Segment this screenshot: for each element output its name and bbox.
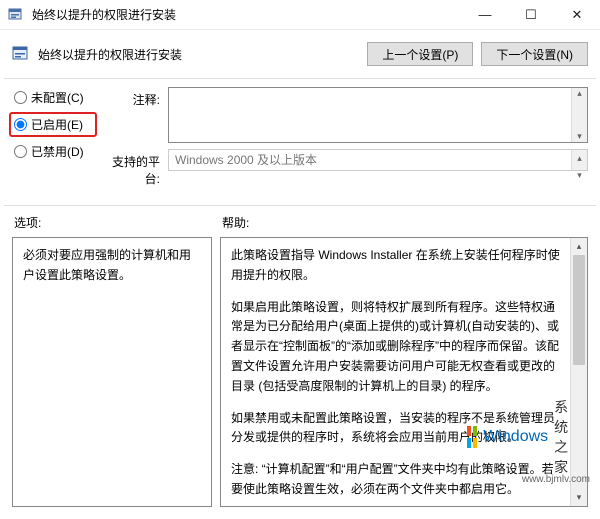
radio-enabled[interactable]: 已启用(E) [14, 116, 92, 133]
close-button[interactable]: ✕ [554, 0, 600, 29]
maximize-button[interactable]: ☐ [508, 0, 554, 29]
watermark-brand: Windows [483, 428, 548, 446]
next-setting-button[interactable]: 下一个设置(N) [481, 42, 588, 66]
comment-textarea[interactable]: ▴▾ [168, 87, 588, 143]
app-icon [8, 7, 24, 23]
radio-disabled-input[interactable] [14, 145, 27, 158]
scroll-up-icon[interactable]: ▴ [571, 238, 587, 255]
scrollbar-vertical[interactable]: ▴▾ [571, 88, 587, 142]
policy-icon [12, 45, 30, 63]
window-title: 始终以提升的权限进行安装 [32, 6, 462, 23]
comment-label: 注释: [104, 87, 160, 108]
options-label: 选项: [14, 214, 222, 231]
platform-value: Windows 2000 及以上版本 [175, 153, 317, 167]
platform-label: 支持的平台: [104, 149, 160, 187]
divider [4, 205, 596, 206]
radio-enabled-label: 已启用(E) [31, 116, 83, 133]
radio-enabled-input[interactable] [14, 118, 27, 131]
radio-not-configured-input[interactable] [14, 91, 27, 104]
scroll-down-icon[interactable]: ▾ [571, 489, 587, 506]
help-paragraph: 此策略设置指导 Windows Installer 在系统上安装任何程序时使用提… [231, 246, 565, 286]
scroll-thumb[interactable] [573, 255, 585, 365]
help-paragraph: 如果启用此策略设置，则将特权扩展到所有程序。这些特权通常是为已分配给用户(桌面上… [231, 298, 565, 397]
watermark-suffix: 系统之家 [554, 397, 580, 477]
window-controls: — ☐ ✕ [462, 0, 600, 29]
windows-logo-icon [467, 426, 477, 448]
radio-not-configured-label: 未配置(C) [31, 89, 84, 106]
scrollbar-vertical[interactable]: ▴▾ [571, 150, 587, 170]
options-text: 必须对要应用强制的计算机和用户设置此策略设置。 [23, 246, 201, 286]
radio-disabled-label: 已禁用(D) [31, 143, 84, 160]
radio-disabled[interactable]: 已禁用(D) [14, 143, 92, 160]
radio-not-configured[interactable]: 未配置(C) [14, 89, 92, 106]
help-label: 帮助: [222, 214, 586, 231]
supported-platform-box: Windows 2000 及以上版本 ▴▾ [168, 149, 588, 171]
previous-setting-button[interactable]: 上一个设置(P) [367, 42, 473, 66]
policy-title: 始终以提升的权限进行安装 [38, 46, 367, 63]
minimize-button[interactable]: — [462, 0, 508, 29]
options-pane: 必须对要应用强制的计算机和用户设置此策略设置。 [12, 237, 212, 507]
watermark: Windows 系统之家 www.bjmlv.com [522, 472, 590, 485]
